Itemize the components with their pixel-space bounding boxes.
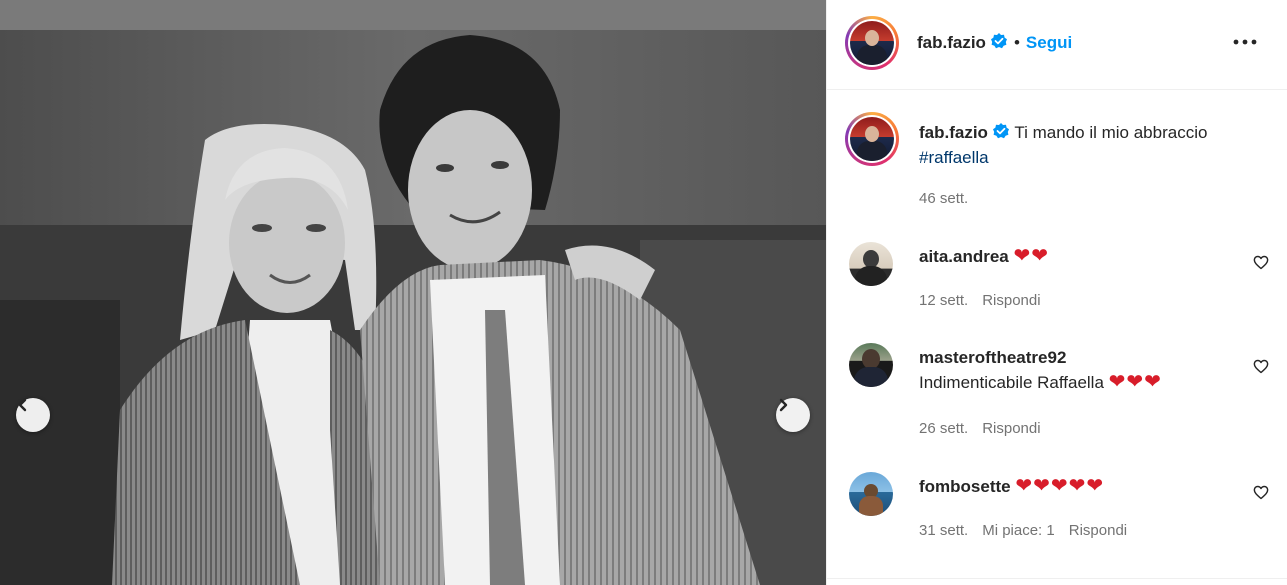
comment-avatar[interactable] (849, 242, 893, 286)
header-author-line: fab.fazio • Segui (917, 32, 1072, 53)
chevron-right-icon (779, 398, 788, 412)
caption-timestamp: 46 sett. (919, 190, 969, 207)
heart-emoji: ❤❤❤❤❤ (1015, 475, 1105, 497)
heart-emoji: ❤❤ (1013, 245, 1050, 267)
comment-avatar[interactable] (849, 472, 893, 516)
comment-body: masteroftheatre92 Indimenticabile Raffae… (919, 345, 1249, 395)
comment-username[interactable]: aita.andrea (919, 247, 1009, 266)
follow-button[interactable]: Segui (1026, 33, 1072, 52)
comment-body: aita.andrea ❤❤ (919, 244, 1049, 269)
comment-meta: 31 sett. Mi piace: 1 Rispondi (919, 522, 1127, 539)
post-photo (0, 0, 826, 585)
comment-like-button[interactable] (1251, 356, 1271, 376)
verified-badge-icon (990, 33, 1007, 49)
caption-username[interactable]: fab.fazio (919, 123, 988, 142)
verified-badge-icon (992, 123, 1009, 139)
next-photo-button[interactable] (776, 398, 810, 432)
post-side-panel: fab.fazio • Segui fab.fazio Ti mando il mi… (826, 0, 1287, 585)
more-options-button[interactable] (1225, 30, 1265, 54)
previous-photo-button[interactable] (16, 398, 50, 432)
heart-outline-icon (1253, 359, 1269, 373)
header-separator: • (1013, 33, 1020, 52)
comment-like-button[interactable] (1251, 252, 1271, 272)
comment-like-button[interactable] (1251, 482, 1271, 502)
caption-text: Ti mando il mio abbraccio (1014, 123, 1208, 142)
likes-count[interactable]: Mi piace: 1 (982, 522, 1055, 539)
post-header: fab.fazio • Segui (827, 0, 1287, 90)
chevron-left-icon (18, 398, 27, 412)
caption-author-avatar[interactable] (845, 112, 899, 166)
heart-outline-icon (1253, 485, 1269, 499)
photo-image (0, 0, 826, 585)
comment-username[interactable]: masteroftheatre92 (919, 348, 1066, 367)
more-options-icon (1233, 39, 1257, 45)
heart-outline-icon (1253, 255, 1269, 269)
comment-meta: 26 sett. Rispondi (919, 420, 1041, 437)
panel-divider (827, 578, 1287, 579)
author-avatar[interactable] (845, 16, 899, 70)
comment-avatar[interactable] (849, 343, 893, 387)
caption-hashtag[interactable]: #raffaella (919, 148, 989, 167)
comment-timestamp: 31 sett. (919, 522, 969, 539)
reply-button[interactable]: Rispondi (1069, 522, 1127, 539)
comment-timestamp: 26 sett. (919, 420, 969, 437)
reply-button[interactable]: Rispondi (982, 292, 1040, 309)
heart-emoji: ❤❤❤ (1108, 371, 1162, 393)
comment-meta: 12 sett. Rispondi (919, 292, 1041, 309)
comment-body: fombosette ❤❤❤❤❤ (919, 474, 1104, 499)
comment-username[interactable]: fombosette (919, 477, 1011, 496)
reply-button[interactable]: Rispondi (982, 420, 1040, 437)
author-username[interactable]: fab.fazio (917, 33, 986, 52)
comment-text: Indimenticabile Raffaella (919, 373, 1104, 392)
comment-timestamp: 12 sett. (919, 292, 969, 309)
post-caption: fab.fazio Ti mando il mio abbraccio #raf… (919, 120, 1269, 170)
